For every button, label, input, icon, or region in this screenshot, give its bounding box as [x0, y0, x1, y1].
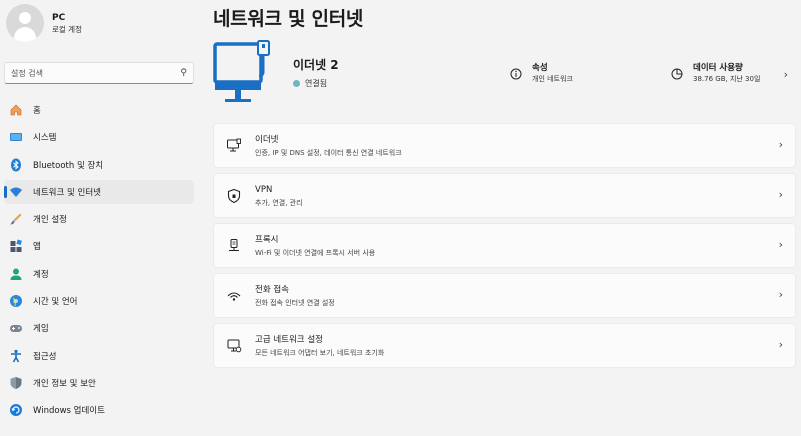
- gamepad-icon: [9, 321, 23, 335]
- card-title: 전화 접속: [255, 285, 289, 295]
- sidebar-item-time-language[interactable]: 시간 및 언어: [4, 289, 194, 313]
- sidebar-item-label: 게임: [33, 324, 49, 335]
- page-title: 네트워크 및 인터넷: [213, 8, 364, 30]
- card-ethernet[interactable]: 이더넷 인증, IP 및 DNS 설정, 데이터 통신 연결 네트워크 ›: [213, 123, 796, 168]
- sidebar-item-accessibility[interactable]: 접근성: [4, 344, 194, 368]
- system-icon: [9, 130, 23, 144]
- info-icon: [510, 68, 522, 80]
- card-title: 고급 네트워크 설정: [255, 335, 323, 345]
- update-icon: [9, 403, 23, 417]
- connection-status: 연결됨: [293, 78, 327, 89]
- vpn-shield-icon: [227, 188, 241, 204]
- card-title: VPN: [255, 185, 273, 195]
- search-icon[interactable]: ⚲: [180, 68, 187, 78]
- chevron-right-icon: ›: [778, 338, 783, 351]
- search-box[interactable]: ⚲: [4, 62, 194, 84]
- pie-chart-icon: [671, 68, 683, 80]
- sidebar: PC 로컬 계정 ⚲ 홈 시스템 Bluetooth 및 장치: [0, 0, 200, 436]
- sidebar-item-label: 접근성: [33, 351, 57, 362]
- sidebar-item-bluetooth[interactable]: Bluetooth 및 장치: [4, 153, 194, 177]
- sidebar-item-system[interactable]: 시스템: [4, 125, 194, 149]
- sidebar-item-label: 계정: [33, 269, 49, 280]
- sidebar-item-label: 개인 정보 및 보안: [33, 378, 96, 389]
- chevron-right-icon: ›: [778, 188, 783, 201]
- network-icon: [9, 185, 23, 199]
- sidebar-item-apps[interactable]: 앱: [4, 234, 194, 258]
- chevron-right-icon[interactable]: ›: [784, 68, 788, 81]
- card-subtitle: Wi-Fi 및 이더넷 연결에 프록시 서버 사용: [255, 249, 376, 257]
- card-subtitle: 인증, IP 및 DNS 설정, 데이터 통신 연결 네트워크: [255, 149, 402, 157]
- sidebar-item-gaming[interactable]: 게임: [4, 316, 194, 340]
- settings-list: 이더넷 인증, IP 및 DNS 설정, 데이터 통신 연결 네트워크 › VP…: [213, 123, 796, 373]
- sidebar-item-windows-update[interactable]: Windows 업데이트: [4, 398, 194, 422]
- ethernet-monitor-icon: [213, 40, 270, 102]
- sidebar-item-label: 시스템: [33, 133, 57, 144]
- user-profile[interactable]: PC 로컬 계정: [6, 4, 82, 42]
- proxy-icon: [229, 239, 239, 251]
- card-title: 이더넷: [255, 135, 279, 145]
- ethernet-icon: [227, 138, 241, 152]
- data-usage-title: 데이터 사용량: [693, 63, 743, 73]
- account-icon: [9, 267, 23, 281]
- properties-title: 속성: [532, 63, 548, 73]
- home-icon: [9, 103, 23, 117]
- accessibility-icon: [9, 349, 23, 363]
- connection-status-label: 연결됨: [305, 79, 328, 88]
- user-account-type: 로컬 계정: [52, 24, 82, 34]
- apps-icon: [9, 239, 23, 253]
- properties-subtitle: 개인 네트워크: [532, 75, 573, 83]
- shield-icon: [9, 376, 23, 390]
- sidebar-item-label: 시간 및 언어: [33, 297, 78, 308]
- card-title: 프록시: [255, 235, 279, 245]
- advanced-network-icon: [227, 339, 242, 353]
- sidebar-item-label: 앱: [33, 242, 41, 253]
- avatar: [6, 4, 44, 42]
- card-advanced-network[interactable]: 고급 네트워크 설정 모든 네트워크 어댑터 보기, 네트워크 초기화 ›: [213, 323, 796, 368]
- card-dialup[interactable]: 전화 접속 전화 접속 인터넷 연결 설정 ›: [213, 273, 796, 318]
- card-subtitle: 전화 접속 인터넷 연결 설정: [255, 299, 335, 307]
- chevron-right-icon: ›: [778, 288, 783, 301]
- sidebar-item-label: 홈: [33, 106, 41, 116]
- globe-status-icon: [293, 80, 300, 87]
- sidebar-item-accounts[interactable]: 계정: [4, 262, 194, 286]
- card-vpn[interactable]: VPN 추가, 연결, 관리 ›: [213, 173, 796, 218]
- brush-icon: [9, 212, 23, 226]
- data-usage-subtitle: 38.76 GB, 지난 30일: [693, 75, 761, 83]
- sidebar-item-label: 네트워크 및 인터넷: [33, 187, 101, 198]
- card-proxy[interactable]: 프록시 Wi-Fi 및 이더넷 연결에 프록시 서버 사용 ›: [213, 223, 796, 268]
- data-usage-link[interactable]: 데이터 사용량 38.76 GB, 지난 30일: [671, 62, 760, 85]
- connection-name: 이더넷 2: [293, 58, 339, 72]
- sidebar-item-privacy[interactable]: 개인 정보 및 보안: [4, 371, 194, 395]
- user-name: PC: [52, 12, 66, 23]
- bluetooth-icon: [9, 158, 23, 172]
- sidebar-item-label: Windows 업데이트: [33, 406, 105, 417]
- sidebar-nav: 홈 시스템 Bluetooth 및 장치 네트워크 및 인터넷 개인 설정 앱 …: [4, 98, 194, 426]
- properties-link[interactable]: 속성 개인 네트워크: [510, 62, 573, 85]
- sidebar-item-home[interactable]: 홈: [4, 98, 194, 122]
- search-input[interactable]: [11, 68, 181, 78]
- card-subtitle: 모든 네트워크 어댑터 보기, 네트워크 초기화: [255, 349, 385, 357]
- card-subtitle: 추가, 연결, 관리: [255, 199, 303, 207]
- sidebar-item-label: Bluetooth 및 장치: [33, 160, 104, 171]
- globe-icon: [9, 294, 23, 308]
- dialup-icon: [227, 292, 241, 301]
- sidebar-item-personalization[interactable]: 개인 설정: [4, 207, 194, 231]
- chevron-right-icon: ›: [778, 238, 783, 251]
- connection-summary: 이더넷 2 연결됨 속성 개인 네트워크 데이터 사용량 38.76 GB, 지…: [213, 38, 796, 110]
- chevron-right-icon: ›: [778, 138, 783, 151]
- sidebar-item-label: 개인 설정: [33, 215, 67, 226]
- sidebar-item-network[interactable]: 네트워크 및 인터넷: [4, 179, 194, 204]
